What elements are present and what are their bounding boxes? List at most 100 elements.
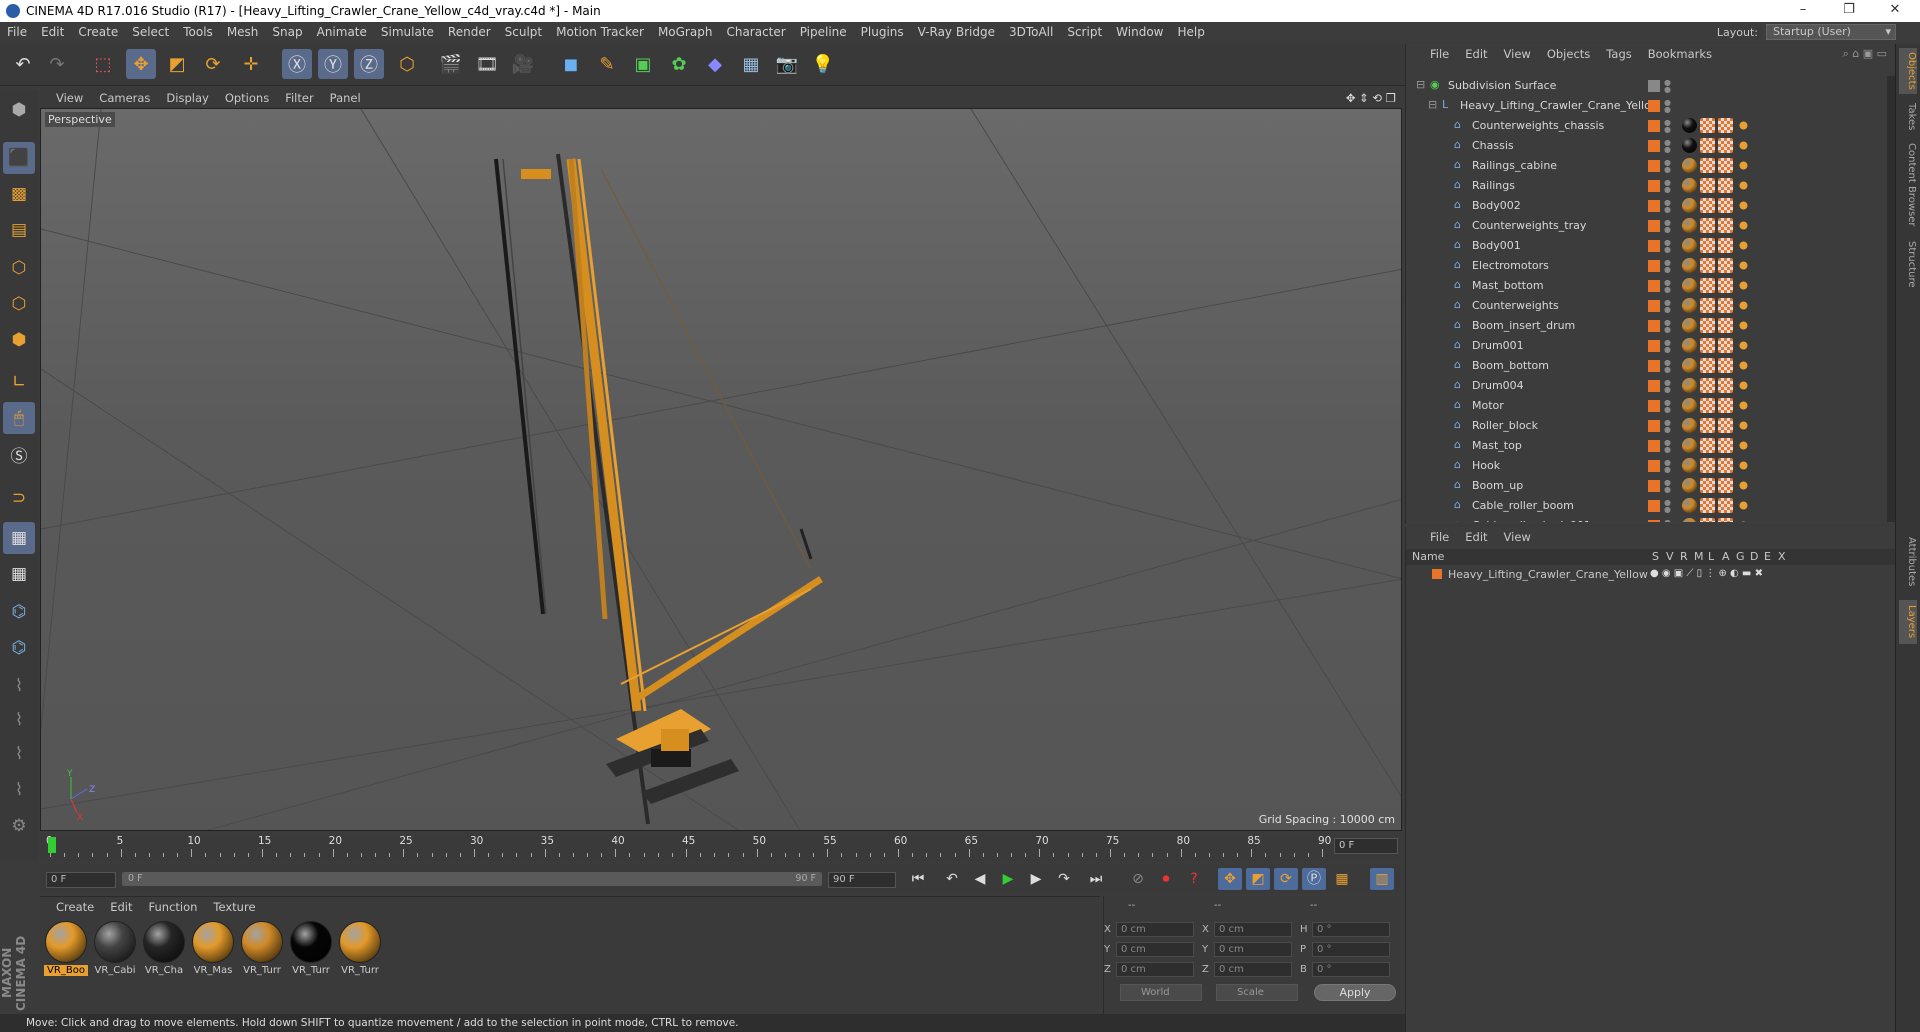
make-editable-icon[interactable]: ⬢	[3, 94, 35, 126]
render-settings-icon[interactable]: 🎥	[508, 49, 538, 79]
tab-content-browser[interactable]: Content Browser	[1899, 140, 1917, 230]
layer-row[interactable]: Heavy_Lifting_Crawler_Crane_Yellow ● ◉ ▣…	[1406, 567, 1896, 583]
material-tag-icon[interactable]	[1682, 178, 1697, 193]
layer-color-box[interactable]	[1648, 120, 1660, 132]
material-tag-icon[interactable]	[1736, 138, 1751, 153]
object-row[interactable]: ⌂ Cable_roller_boom ● ●	[1406, 496, 1886, 516]
lm-menu-edit[interactable]: Edit	[1465, 530, 1487, 544]
material-tag-icon[interactable]	[1736, 178, 1751, 193]
material-tag-icon[interactable]	[1700, 218, 1715, 233]
next-key-icon[interactable]: ↷	[1052, 868, 1076, 890]
tab-objects[interactable]: Objects	[1899, 48, 1917, 94]
perspective-viewport[interactable]: Y Z X Perspective Grid Spacing : 10000 c…	[40, 108, 1402, 831]
object-list-scrollbar[interactable]	[1887, 76, 1895, 522]
key-pla-icon[interactable]: ▦	[1330, 868, 1354, 890]
layer-flag-icons[interactable]: ● ◉ ▣ ⟋ ▯ ⋮ ⊕ ◐ ▬ ✖	[1650, 568, 1763, 579]
z-axis-lock-icon[interactable]: Ⓩ	[354, 49, 384, 79]
material-tag-icon[interactable]	[1736, 418, 1751, 433]
om-menu-view[interactable]: View	[1504, 47, 1531, 61]
x-axis-lock-icon[interactable]: Ⓧ	[282, 49, 312, 79]
visibility-dots[interactable]: ●●	[1664, 419, 1671, 434]
layer-color-box[interactable]	[1648, 360, 1660, 372]
visibility-dots[interactable]: ●●	[1664, 159, 1671, 174]
material-tag-icon[interactable]	[1700, 458, 1715, 473]
material-tag-icon[interactable]	[1718, 138, 1733, 153]
model-mode-icon[interactable]: ⬛	[3, 142, 35, 174]
undo-icon[interactable]: ↶	[8, 49, 38, 79]
material-tag-icon[interactable]	[1682, 298, 1697, 313]
material-tag-icon[interactable]	[1682, 278, 1697, 293]
layer-column-flag[interactable]: S	[1652, 549, 1659, 565]
object-row[interactable]: ⌂ Counterweights_tray ● ●	[1406, 216, 1886, 236]
menu-help[interactable]: Help	[1170, 25, 1211, 39]
python-script-2-icon[interactable]: ⌬	[3, 632, 35, 664]
planar-workplane-icon[interactable]: ▦	[3, 558, 35, 590]
floor-scene-icon[interactable]: ▦	[736, 49, 766, 79]
material-tag-icon[interactable]	[1700, 118, 1715, 133]
menu-3dtoall[interactable]: 3DToAll	[1002, 25, 1060, 39]
minimize-button[interactable]: –	[1780, 0, 1826, 22]
material-tag-icon[interactable]	[1718, 438, 1733, 453]
next-frame-icon[interactable]: ▶	[1024, 868, 1048, 890]
visibility-dots[interactable]: ●●	[1664, 379, 1671, 394]
material-menu-texture[interactable]: Texture	[213, 900, 255, 914]
material-swatch[interactable]: VR_Turr	[289, 921, 333, 976]
visibility-dots[interactable]: ●●	[1664, 439, 1671, 454]
menu-mograph[interactable]: MoGraph	[651, 25, 720, 39]
key-scale-icon[interactable]: ◩	[1246, 868, 1270, 890]
visibility-dots[interactable]: ●●	[1664, 359, 1671, 374]
visibility-dots[interactable]: ●●	[1664, 119, 1671, 134]
object-row[interactable]: ⌂ Mast_top ● ●	[1406, 436, 1886, 456]
subdivision-surface-icon[interactable]: ▣	[628, 49, 658, 79]
menu-snap[interactable]: Snap	[265, 25, 309, 39]
material-swatch[interactable]: VR_Turr	[338, 921, 382, 976]
layer-color-box[interactable]	[1648, 300, 1660, 312]
menu-animate[interactable]: Animate	[310, 25, 374, 39]
material-menu-function[interactable]: Function	[149, 900, 198, 914]
visibility-dots[interactable]: ●●	[1664, 219, 1671, 234]
material-tag-icon[interactable]	[1718, 318, 1733, 333]
tab-layers[interactable]: Layers	[1899, 600, 1917, 644]
material-tag-icon[interactable]	[1718, 118, 1733, 133]
go-to-start-icon[interactable]: ⏮	[906, 868, 930, 890]
menu-character[interactable]: Character	[719, 25, 792, 39]
hair-guide-icon[interactable]: ⚙	[3, 810, 35, 842]
material-tag-icon[interactable]	[1682, 358, 1697, 373]
object-row[interactable]: ⌂ Electromotors ● ●	[1406, 256, 1886, 276]
python-script-icon[interactable]: ⌬	[3, 596, 35, 628]
object-row[interactable]: ⌂ Body001 ● ●	[1406, 236, 1886, 256]
visibility-dots[interactable]: ●●	[1664, 139, 1671, 154]
coord-value-field[interactable]: 0 °	[1312, 962, 1390, 977]
coord-value-field[interactable]: 0 °	[1312, 942, 1390, 957]
texture-mode-icon[interactable]: ▩	[3, 178, 35, 210]
material-tag-icon[interactable]	[1700, 238, 1715, 253]
layer-color-box[interactable]	[1648, 80, 1660, 92]
layer-color-box[interactable]	[1648, 220, 1660, 232]
layer-color-box[interactable]	[1648, 100, 1660, 112]
hair-comb-icon[interactable]: ⌇	[3, 738, 35, 770]
coord-value-field[interactable]: 0 cm	[1116, 942, 1194, 957]
visibility-dots[interactable]: ●●	[1664, 299, 1671, 314]
layer-column-flag[interactable]: D	[1750, 549, 1758, 565]
object-row[interactable]: ⌂ Railings ● ●	[1406, 176, 1886, 196]
object-row[interactable]: ⌂ Boom_insert_drum ● ●	[1406, 316, 1886, 336]
autokeying-icon[interactable]: ⏺	[1154, 868, 1178, 890]
viewport-menu-filter[interactable]: Filter	[285, 91, 313, 105]
record-keys-icon[interactable]: ⊘	[1126, 868, 1150, 890]
material-tag-icon[interactable]	[1718, 358, 1733, 373]
material-tag-icon[interactable]	[1700, 478, 1715, 493]
visibility-dots[interactable]: ●●	[1664, 279, 1671, 294]
material-tag-icon[interactable]	[1682, 458, 1697, 473]
layer-column-flag[interactable]: G	[1736, 549, 1745, 565]
visibility-dots[interactable]: ●●	[1664, 499, 1671, 514]
material-tag-icon[interactable]	[1700, 378, 1715, 393]
hair-brush-icon[interactable]: ⌇	[3, 704, 35, 736]
render-picture-viewer-icon[interactable]: 🎞	[472, 49, 502, 79]
start-frame-field[interactable]: 0 F	[46, 872, 116, 888]
menu-sculpt[interactable]: Sculpt	[498, 25, 549, 39]
coord-value-field[interactable]: 0 cm	[1116, 922, 1194, 937]
material-tag-icon[interactable]	[1736, 398, 1751, 413]
layer-color-box[interactable]	[1648, 340, 1660, 352]
layer-column-flag[interactable]: L	[1708, 549, 1714, 565]
visibility-dots[interactable]: ●●	[1664, 199, 1671, 214]
